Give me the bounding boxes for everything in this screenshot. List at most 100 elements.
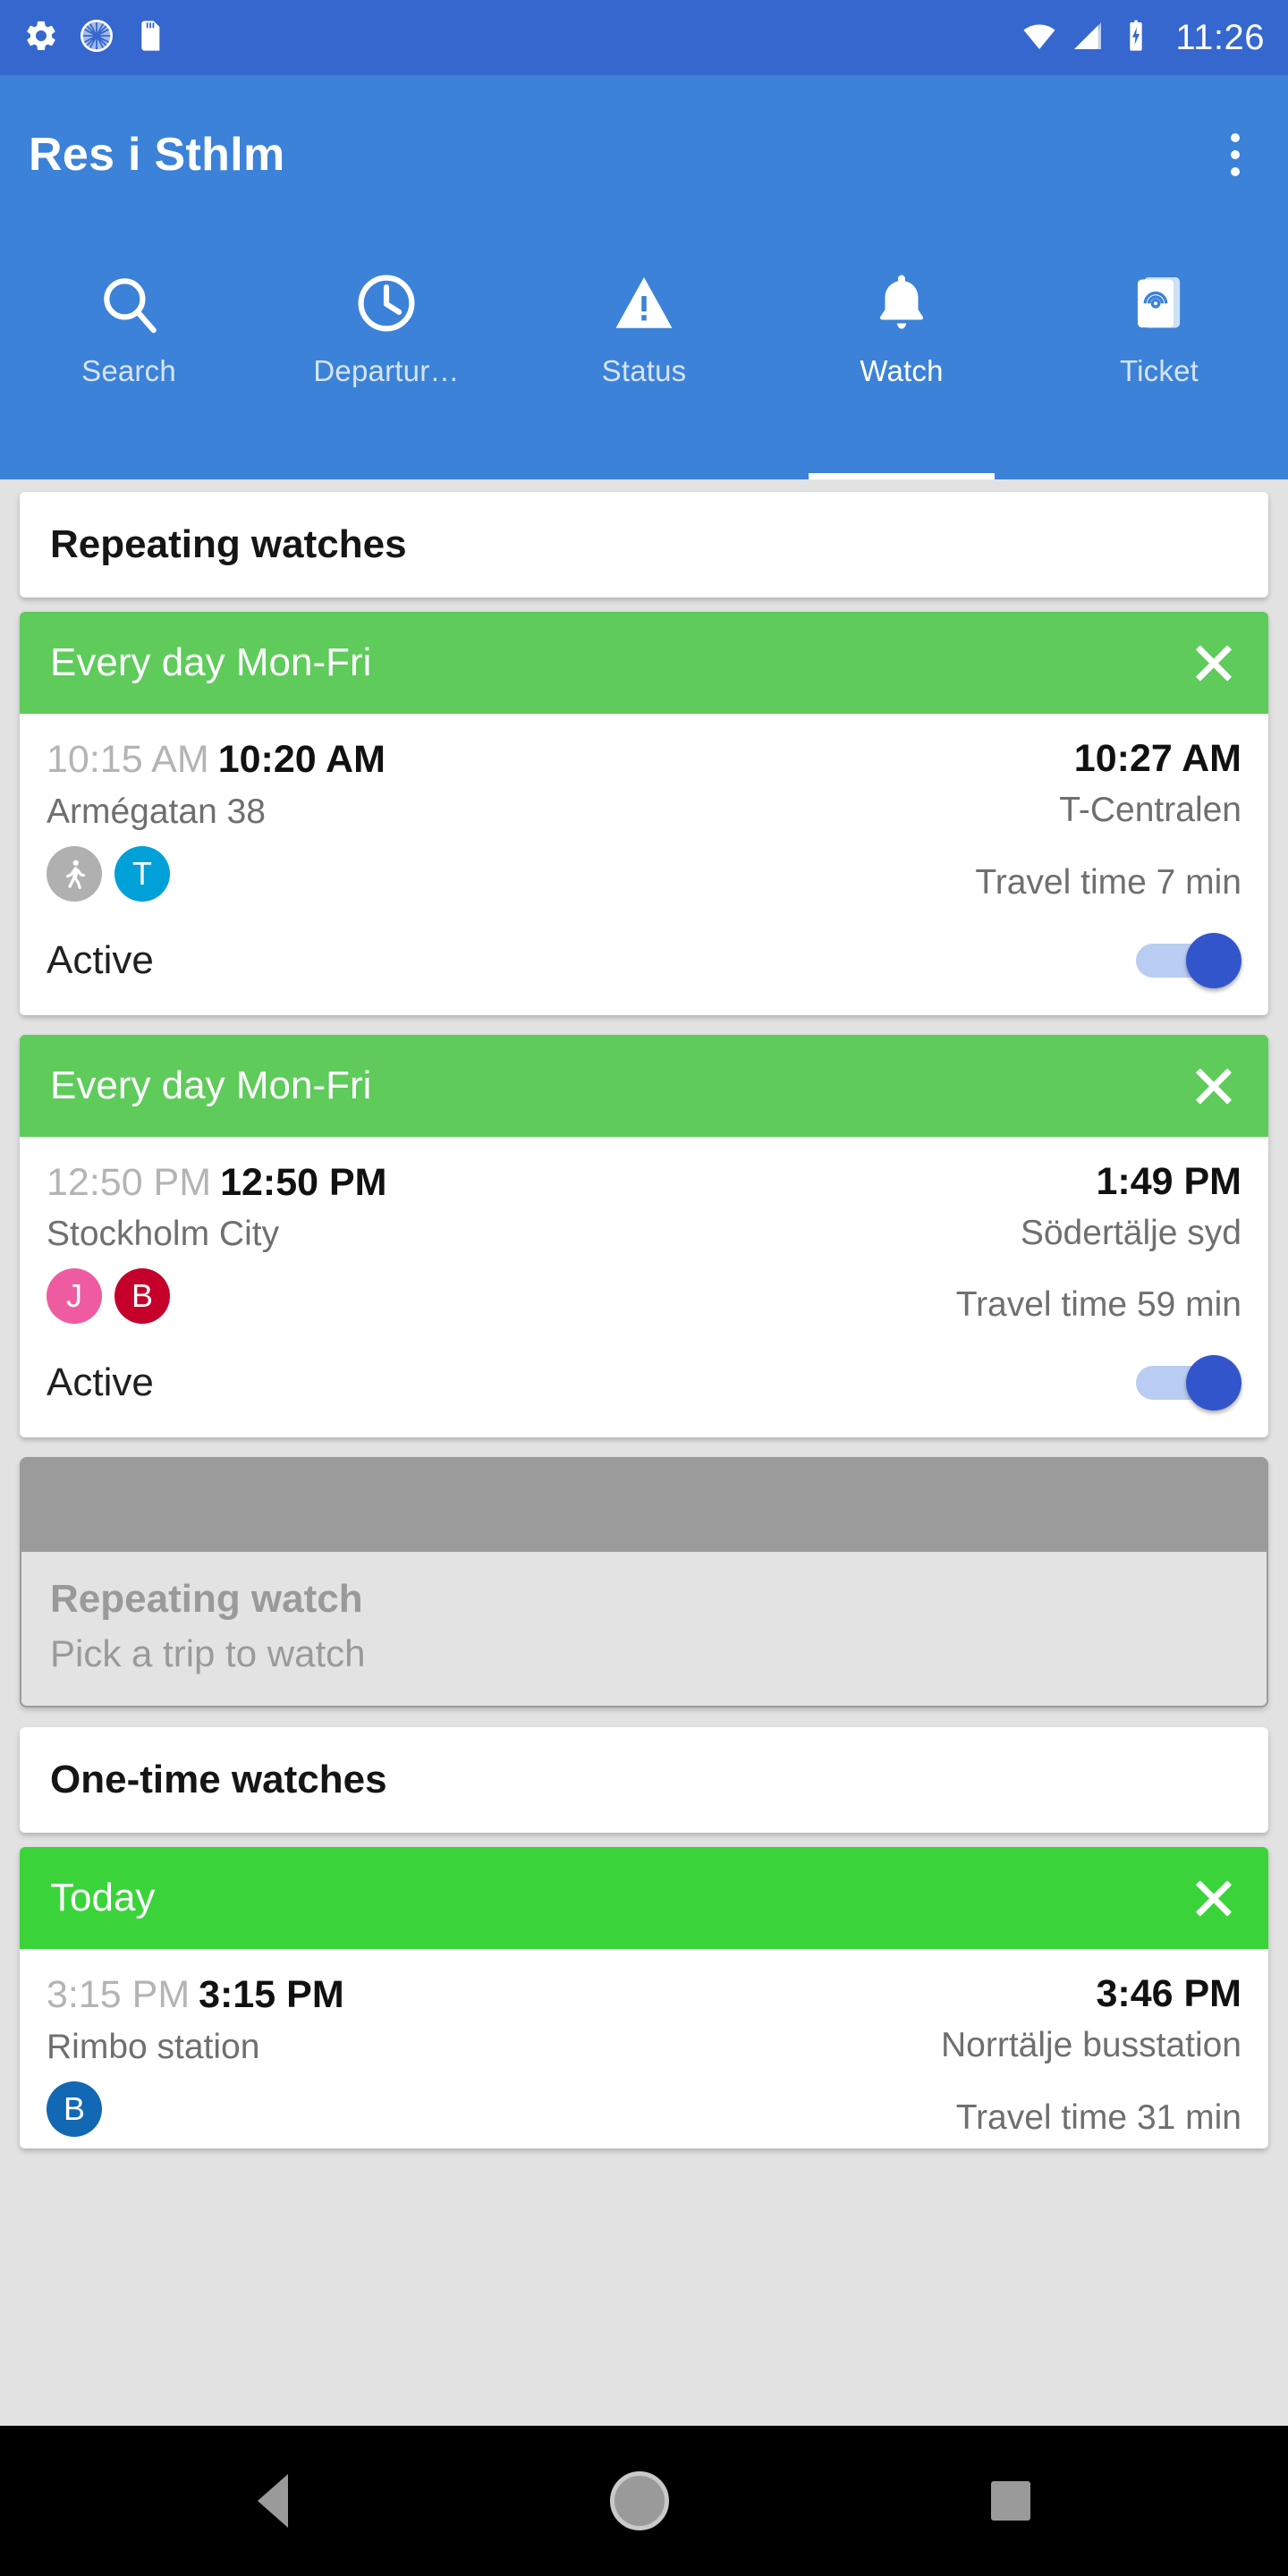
- destination-stop: Norrtälje busstation: [941, 2026, 1241, 2065]
- close-icon[interactable]: [1186, 1058, 1241, 1114]
- section-header-onetime: One-time watches: [20, 1727, 1268, 1834]
- tab-departures[interactable]: Departur…: [258, 234, 515, 479]
- toggle-thumb: [1186, 932, 1241, 988]
- arrival-time: 1:49 PM: [1096, 1159, 1241, 1203]
- close-icon[interactable]: [1186, 635, 1241, 691]
- arrival-time: 3:46 PM: [1096, 1972, 1241, 2016]
- destination-stop: T-Centralen: [1059, 791, 1241, 829]
- tab-watch[interactable]: Watch: [773, 234, 1030, 479]
- trip-arrival: 3:46 PM Norrtälje busstation Travel time…: [941, 1972, 1241, 2140]
- toggle-thumb: [1186, 1355, 1241, 1411]
- settings-gear-icon: [23, 18, 59, 58]
- overflow-dot: [1231, 150, 1240, 159]
- trip-arrival: 10:27 AM T-Centralen Travel time 7 min: [975, 737, 1241, 904]
- watch-active-row[interactable]: Active: [20, 1335, 1268, 1438]
- transport-badges: B: [47, 2080, 344, 2137]
- watch-list[interactable]: Repeating watches Every day Mon-Fri 10:1…: [0, 479, 1288, 2426]
- active-label: Active: [47, 937, 154, 982]
- phone-screen: 11:26 Res i Sthlm Search Departur… Statu…: [0, 0, 1288, 2576]
- search-icon: [96, 265, 162, 342]
- android-navigation-bar: [0, 2426, 1288, 2576]
- tab-label: Departur…: [313, 354, 460, 387]
- departure-times: 10:15 AM 10:20 AM: [47, 737, 386, 783]
- active-toggle[interactable]: [1136, 1355, 1241, 1411]
- overflow-dot: [1231, 133, 1240, 142]
- active-toggle[interactable]: [1136, 932, 1241, 988]
- scheduled-departure-time: 3:15 PM: [47, 1973, 191, 2017]
- watch-card[interactable]: Today 3:15 PM 3:15 PM Rimbo station B 3:…: [20, 1847, 1268, 2148]
- line-badge-label: B: [131, 1277, 153, 1315]
- watch-card[interactable]: Every day Mon-Fri 12:50 PM 12:50 PM Stock…: [20, 1034, 1268, 1438]
- tab-label: Search: [81, 354, 176, 387]
- overflow-menu-button[interactable]: [1211, 121, 1259, 189]
- placeholder-card-body: Repeating watch Pick a trip to watch: [21, 1552, 1267, 1707]
- departure-times: 12:50 PM 12:50 PM: [47, 1160, 387, 1206]
- line-badge: T: [114, 845, 170, 902]
- watch-active-row[interactable]: Active: [20, 912, 1268, 1015]
- tab-bar: Search Departur… Status Watch Ticket: [0, 234, 1288, 479]
- placeholder-card-header: [21, 1459, 1267, 1553]
- travel-time: Travel time 59 min: [955, 1285, 1241, 1325]
- placeholder-title: Repeating watch: [50, 1577, 363, 1622]
- tab-label: Ticket: [1120, 354, 1199, 387]
- watch-card[interactable]: Every day Mon-Fri 10:15 AM 10:20 AM Armég…: [20, 612, 1268, 1015]
- battery-charging-icon: [1118, 18, 1154, 58]
- transport-badges: T: [47, 845, 386, 902]
- walk-icon: [47, 845, 102, 902]
- transport-badges: J B: [47, 1268, 387, 1325]
- watch-card-body: 12:50 PM 12:50 PM Stockholm City J B 1:4…: [20, 1136, 1268, 1336]
- trip-arrival: 1:49 PM Södertälje syd Travel time 59 mi…: [956, 1160, 1241, 1327]
- add-repeating-watch-card[interactable]: Repeating watch Pick a trip to watch: [20, 1457, 1268, 1708]
- recents-button-icon[interactable]: [991, 2481, 1030, 2521]
- origin-stop: Stockholm City: [47, 1215, 280, 1254]
- app-title: Res i Sthlm: [29, 129, 285, 181]
- scheduled-departure-time: 10:15 AM: [47, 738, 209, 781]
- watch-card-body: 10:15 AM 10:20 AM Armégatan 38 T 10:27 A…: [20, 714, 1268, 913]
- home-button-icon[interactable]: [610, 2471, 669, 2530]
- actual-departure-time: 10:20 AM: [217, 738, 386, 781]
- watch-card-header: Today: [20, 1847, 1268, 1950]
- departure-times: 3:15 PM 3:15 PM: [47, 1972, 344, 2018]
- actual-departure-time: 12:50 PM: [220, 1160, 387, 1204]
- tab-search[interactable]: Search: [0, 234, 258, 479]
- sd-card-icon: [134, 18, 170, 58]
- origin-stop: Rimbo station: [47, 2027, 260, 2066]
- line-badge: B: [114, 1268, 170, 1325]
- line-badge: B: [47, 2080, 102, 2137]
- line-badge-label: T: [132, 854, 152, 892]
- status-bar-left-icons: [23, 18, 170, 58]
- travel-time: Travel time 7 min: [975, 862, 1241, 902]
- overflow-dot: [1231, 167, 1240, 176]
- section-header-repeating: Repeating watches: [20, 492, 1268, 597]
- sync-spinner-icon: [79, 18, 114, 58]
- cell-signal-icon: [1070, 18, 1106, 58]
- ticket-icon: [1126, 265, 1192, 342]
- section-title: One-time watches: [50, 1758, 387, 1802]
- watch-schedule-label: Today: [50, 1876, 156, 1920]
- watch-card-header: Every day Mon-Fri: [20, 612, 1268, 714]
- watch-schedule-label: Every day Mon-Fri: [50, 1063, 372, 1107]
- status-bar-right-icons: 11:26: [1021, 18, 1265, 58]
- watch-card-header: Every day Mon-Fri: [20, 1034, 1268, 1137]
- tab-ticket[interactable]: Ticket: [1030, 234, 1288, 479]
- trip-times-row: 12:50 PM 12:50 PM Stockholm City J B 1:4…: [47, 1160, 1241, 1327]
- warning-icon: [611, 265, 677, 342]
- app-bar: Res i Sthlm: [0, 75, 1288, 234]
- active-label: Active: [47, 1360, 154, 1405]
- section-title: Repeating watches: [50, 522, 407, 566]
- status-bar: 11:26: [0, 0, 1288, 75]
- bell-icon: [869, 265, 935, 342]
- tab-label: Watch: [860, 354, 944, 387]
- line-badge-label: B: [63, 2089, 85, 2127]
- trip-times-row: 10:15 AM 10:20 AM Armégatan 38 T 10:27 A…: [47, 737, 1241, 904]
- tab-status[interactable]: Status: [515, 234, 773, 479]
- clock-icon: [353, 265, 419, 342]
- scheduled-departure-time: 12:50 PM: [47, 1160, 212, 1204]
- watch-card-body: 3:15 PM 3:15 PM Rimbo station B 3:46 PM N…: [20, 1949, 1268, 2148]
- destination-stop: Södertälje syd: [1020, 1213, 1241, 1252]
- watch-schedule-label: Every day Mon-Fri: [50, 640, 372, 684]
- line-badge: J: [47, 1268, 102, 1325]
- back-button-icon[interactable]: [258, 2474, 288, 2528]
- placeholder-subtitle: Pick a trip to watch: [50, 1632, 366, 1675]
- close-icon[interactable]: [1186, 1870, 1241, 1926]
